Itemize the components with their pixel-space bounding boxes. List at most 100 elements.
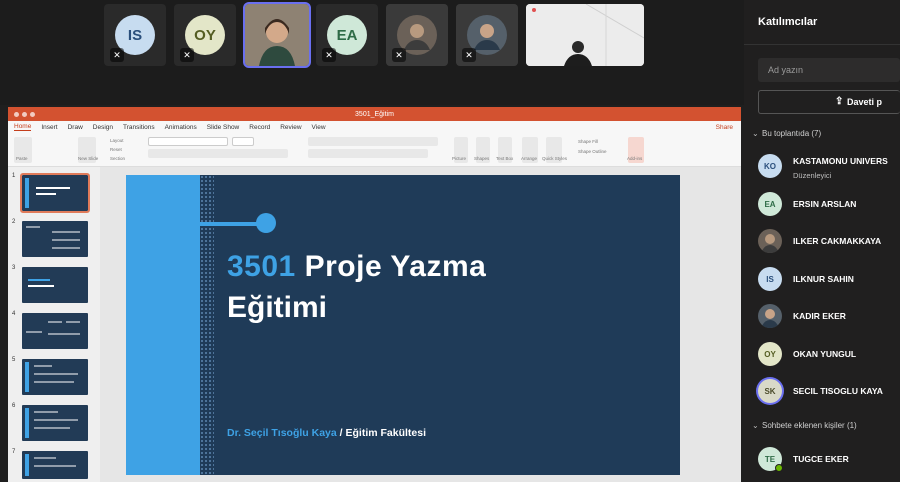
participant-name: ILKER CAKMAKKAYA xyxy=(793,236,882,246)
avatar: OY xyxy=(758,342,782,366)
video-tile-oy[interactable]: OY ✕ xyxy=(174,4,236,66)
participant-search-input[interactable]: Ad yazın xyxy=(758,58,900,82)
slide-thumbnails: 1 2 3 4 5 6 7 xyxy=(8,167,100,482)
slide-accent-band xyxy=(126,175,200,475)
video-tile-speaker[interactable] xyxy=(243,2,311,68)
participant-name: KASTAMONU UNIVERS xyxy=(793,156,888,166)
slide-thumbnail-6[interactable] xyxy=(22,405,88,441)
faculty-name: Eğitim Fakültesi xyxy=(345,427,427,439)
participant-item[interactable]: SK SECIL TISOGLU KAYA xyxy=(758,376,900,406)
section-in-meeting[interactable]: ⌄ Bu toplantıda (7) xyxy=(752,129,821,138)
font-size-dropdown[interactable] xyxy=(232,137,254,146)
layout-button[interactable]: Layout xyxy=(110,138,124,143)
shapes-label: Shapes xyxy=(474,156,490,161)
participants-panel: Katılımcılar Ad yazın ⇪ Daveti p ⌄ Bu topl… xyxy=(744,0,900,482)
mic-off-icon: ✕ xyxy=(392,48,406,62)
avatar xyxy=(758,304,782,328)
slide-number: 7 xyxy=(12,449,16,455)
participant-item[interactable]: IS ILKNUR SAHIN xyxy=(758,264,900,294)
tab-slide-show[interactable]: Slide Show xyxy=(207,124,240,131)
new-slide-label: New Slide xyxy=(78,156,99,161)
share-icon: ⇪ xyxy=(835,96,844,107)
tab-transitions[interactable]: Transitions xyxy=(123,124,155,131)
section-label: Bu toplantıda (7) xyxy=(762,129,822,138)
section-label: Sohbete eklenen kişiler (1) xyxy=(762,421,857,430)
picture-label: Picture xyxy=(452,156,467,161)
mic-off-icon: ✕ xyxy=(180,48,194,62)
tab-record[interactable]: Record xyxy=(249,124,270,131)
teams-meeting-window: IS ✕ OY ✕ EA ✕ ✕ ✕ 3501_Eğitim Home Inse… xyxy=(0,0,900,482)
paragraph-group[interactable] xyxy=(308,137,438,146)
current-slide[interactable]: 3501 Proje Yazma Eğitimi Dr. Seçil Tısoğ… xyxy=(126,175,680,475)
tab-draw[interactable]: Draw xyxy=(68,124,83,131)
video-tile-is[interactable]: IS ✕ xyxy=(104,4,166,66)
add-ins-label: Add-ins xyxy=(627,156,643,161)
slide-thumbnail-4[interactable] xyxy=(22,313,88,349)
slide-number: 2 xyxy=(12,219,16,225)
slide-thumbnail-1[interactable] xyxy=(20,173,90,213)
font-name-dropdown[interactable] xyxy=(148,137,228,146)
slide-number: 1 xyxy=(12,173,16,179)
tab-review[interactable]: Review xyxy=(280,124,301,131)
tab-home[interactable]: Home xyxy=(14,123,32,131)
ppt-title-bar: 3501_Eğitim xyxy=(8,107,741,121)
avatar: SK xyxy=(758,379,782,403)
slide-thumbnail-7[interactable] xyxy=(22,451,88,479)
mic-off-icon: ✕ xyxy=(462,48,476,62)
participant-name: KADIR EKER xyxy=(793,311,846,321)
slide-thumbnail-5[interactable] xyxy=(22,359,88,395)
participant-name: SECIL TISOGLU KAYA xyxy=(793,386,883,396)
invite-label: Daveti p xyxy=(847,97,883,107)
title-text: Proje Yazma xyxy=(304,250,487,283)
participant-item[interactable]: KO KASTAMONU UNIVERS Düzenleyici xyxy=(758,151,900,181)
video-tile-screen[interactable] xyxy=(526,4,644,66)
slide-number: 6 xyxy=(12,403,16,409)
section-chat-members[interactable]: ⌄ Sohbete eklenen kişiler (1) xyxy=(752,421,857,430)
font-format-group[interactable] xyxy=(148,149,288,158)
slide-author-line[interactable]: Dr. Seçil Tısoğlu Kaya / Eğitim Fakültes… xyxy=(227,427,426,439)
avatar: IS xyxy=(758,267,782,291)
avatar xyxy=(758,229,782,253)
tab-design[interactable]: Design xyxy=(93,124,113,131)
tab-animations[interactable]: Animations xyxy=(165,124,197,131)
slide-canvas[interactable]: 3501 Proje Yazma Eğitimi Dr. Seçil Tısoğ… xyxy=(100,167,741,482)
video-tile-photo-2[interactable]: ✕ xyxy=(456,4,518,66)
slide-accent-circle xyxy=(256,213,276,233)
slide-accent-line xyxy=(200,222,262,226)
ribbon: Paste New Slide Layout Reset Section Pic… xyxy=(8,133,741,167)
slide-number: 3 xyxy=(12,265,16,271)
paragraph-group-2[interactable] xyxy=(308,149,428,158)
slide-dot-pattern xyxy=(200,175,214,475)
participant-item[interactable]: OY OKAN YUNGUL xyxy=(758,339,900,369)
participant-video xyxy=(245,4,309,66)
share-button[interactable]: Share xyxy=(716,124,733,131)
video-tile-photo-1[interactable]: ✕ xyxy=(386,4,448,66)
participant-item[interactable]: KADIR EKER xyxy=(758,301,900,331)
tab-view[interactable]: View xyxy=(312,124,326,131)
section-button[interactable]: Section xyxy=(110,156,125,161)
slide-title-line-1[interactable]: 3501 Proje Yazma xyxy=(227,250,486,284)
participant-item[interactable]: TE TUGCE EKER xyxy=(758,444,900,474)
separator: / xyxy=(339,427,343,439)
title-number: 3501 xyxy=(227,250,296,283)
presence-available-icon xyxy=(775,464,783,472)
chevron-down-icon: ⌄ xyxy=(752,129,759,138)
arrange-label: Arrange xyxy=(521,156,538,161)
slide-number: 5 xyxy=(12,357,16,363)
shape-outline-button[interactable]: Shape Outline xyxy=(578,149,607,154)
reset-button[interactable]: Reset xyxy=(110,147,122,152)
participant-item[interactable]: ILKER CAKMAKKAYA xyxy=(758,226,900,256)
video-tile-ea[interactable]: EA ✕ xyxy=(316,4,378,66)
divider xyxy=(744,44,900,45)
chevron-down-icon: ⌄ xyxy=(752,421,759,430)
slide-thumbnail-3[interactable] xyxy=(22,267,88,303)
avatar: KO xyxy=(758,154,782,178)
participant-item[interactable]: EA ERSIN ARSLAN xyxy=(758,189,900,219)
shape-fill-button[interactable]: Shape Fill xyxy=(578,139,598,144)
tab-insert[interactable]: Insert xyxy=(41,124,57,131)
slide-title-line-2[interactable]: Eğitimi xyxy=(227,291,327,325)
share-invite-button[interactable]: ⇪ Daveti p xyxy=(758,90,900,114)
participant-role: Düzenleyici xyxy=(793,171,832,180)
participant-name: OKAN YUNGUL xyxy=(793,349,857,359)
slide-thumbnail-2[interactable] xyxy=(22,221,88,257)
